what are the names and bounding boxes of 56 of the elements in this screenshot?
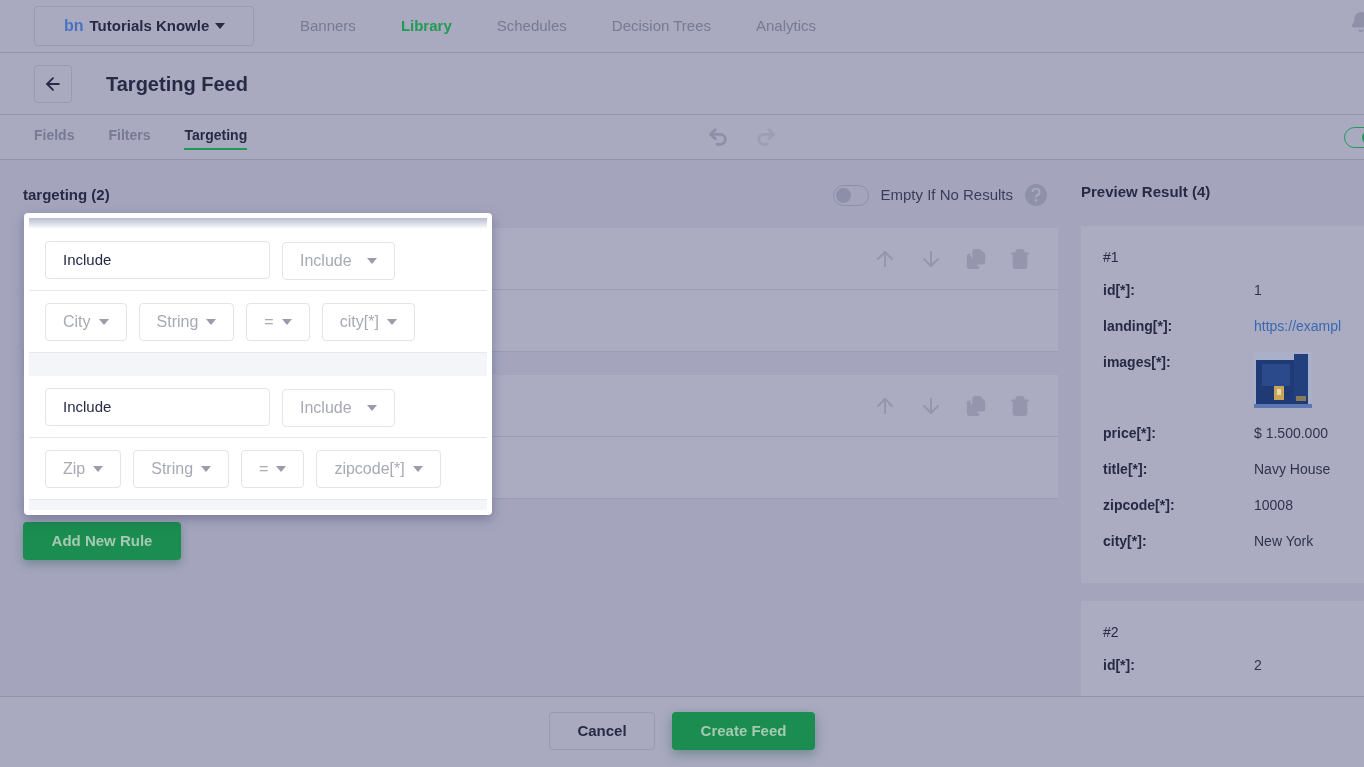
caret-icon xyxy=(412,465,423,472)
add-rule-button[interactable]: Add New Rule xyxy=(23,522,181,560)
dropdown[interactable]: city[*] xyxy=(321,302,415,341)
copy-icon[interactable] xyxy=(965,394,987,417)
field-value: 10008 xyxy=(1254,495,1293,515)
result-number: #2 xyxy=(1103,622,1120,642)
dropdown[interactable]: String xyxy=(133,449,230,488)
workspace-dropdown[interactable]: bn Tutorials Knowle xyxy=(34,6,254,46)
field-key: images[*]: xyxy=(1103,351,1254,373)
dropdown[interactable]: Include xyxy=(282,389,395,427)
mode-field[interactable]: Include xyxy=(45,241,270,279)
mode-field[interactable]: Include xyxy=(45,388,270,426)
preview-title: Preview Result (4) xyxy=(1081,182,1212,202)
dropdown[interactable]: zipcode[*] xyxy=(316,449,441,488)
caret-icon xyxy=(201,465,212,472)
field-value: 1 xyxy=(1254,280,1262,300)
dropdown[interactable]: String xyxy=(138,302,235,341)
caret-icon xyxy=(98,318,109,325)
create-button[interactable]: Create Feed xyxy=(672,712,815,750)
undo-icon[interactable] xyxy=(707,126,730,148)
field-value: Navy House xyxy=(1254,459,1331,479)
field-key: id[*]: xyxy=(1103,279,1254,301)
dropdown[interactable]: City xyxy=(45,302,127,341)
help-icon[interactable] xyxy=(1025,184,1047,206)
tab[interactable]: Targeting xyxy=(184,124,248,150)
cancel-button[interactable]: Cancel xyxy=(549,712,655,750)
field-key: price[*]: xyxy=(1103,422,1254,444)
logo: bn xyxy=(64,16,84,36)
link[interactable]: https://exampl xyxy=(1254,315,1342,337)
caret-icon xyxy=(206,318,217,325)
field-key: id[*]: xyxy=(1103,654,1254,676)
dropdown[interactable]: = xyxy=(246,302,310,341)
caret-icon xyxy=(367,258,377,264)
caret-icon xyxy=(367,405,377,411)
caret-icon xyxy=(281,318,292,325)
caret-icon xyxy=(215,23,226,29)
toggle-label: Empty If No Results xyxy=(880,184,1013,205)
field-key: landing[*]: xyxy=(1103,315,1254,337)
field-value: 2 xyxy=(1254,655,1262,675)
dropdown[interactable]: Include xyxy=(282,242,395,280)
dropdown[interactable]: = xyxy=(241,449,305,488)
field-key: city[*]: xyxy=(1103,530,1254,552)
caret-icon xyxy=(386,318,397,325)
section-title: targeting (2) xyxy=(23,184,110,205)
field-key: title[*]: xyxy=(1103,458,1254,480)
field-key: zipcode[*]: xyxy=(1103,494,1254,516)
nav-link[interactable]: Library xyxy=(400,14,452,38)
caret-icon xyxy=(93,465,104,472)
result-number: #1 xyxy=(1103,247,1120,267)
dropdown[interactable]: Zip xyxy=(45,449,122,488)
field-value: $ 1.500.000 xyxy=(1254,423,1328,443)
field-value: New York xyxy=(1254,531,1314,551)
copy-icon[interactable] xyxy=(965,247,987,270)
caret-icon xyxy=(276,465,287,472)
page-title: Targeting Feed xyxy=(106,71,248,97)
back-button[interactable] xyxy=(34,64,72,103)
